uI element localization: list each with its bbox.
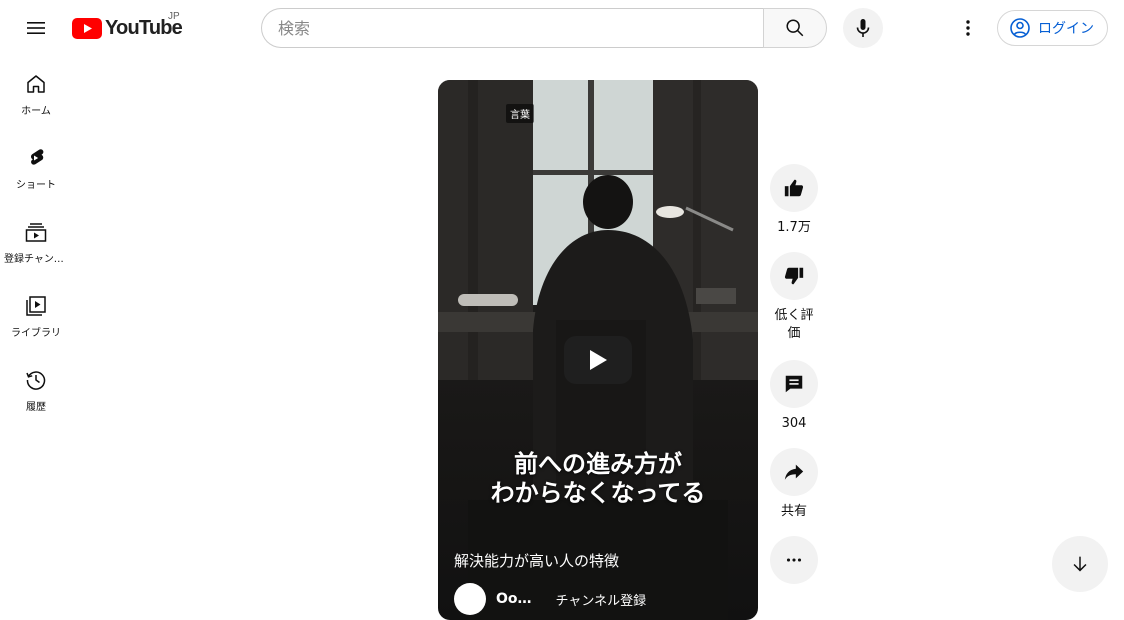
microphone-icon (856, 19, 870, 37)
comment-action: 304 (770, 360, 818, 433)
play-button[interactable] (564, 336, 632, 384)
shorts-icon (31, 149, 44, 165)
comments-button[interactable] (770, 360, 818, 408)
comment-count: 304 (781, 416, 807, 431)
country-code: JP (168, 11, 180, 22)
sidebar-item-label: 履歴 (26, 402, 46, 413)
masthead: YouTube JP ログイン (0, 0, 1124, 56)
home-icon (27, 75, 45, 93)
thumb-up-icon (784, 179, 804, 197)
youtube-play-logo-icon (72, 17, 102, 39)
like-count: 1.7万 (777, 220, 811, 235)
subscribe-button[interactable]: チャンネル登録 (556, 590, 647, 609)
sidebar-item-history[interactable]: 履歴 (4, 352, 68, 426)
more-action (770, 536, 818, 584)
thumb-down-icon (784, 267, 804, 285)
shorts-video-player[interactable]: 言葉 前への進み方が わからなくなってる 解決能力が高い人の特徴 Oo… チャン… (438, 80, 758, 620)
channel-avatar[interactable] (454, 583, 486, 615)
like-action: 1.7万 (770, 164, 818, 237)
subscriptions-icon (25, 223, 47, 242)
caption-line-2: わからなくなってる (490, 479, 706, 507)
sidebar-item-label: 登録チャンネル (4, 254, 68, 265)
more-actions-button[interactable] (770, 536, 818, 584)
settings-menu-button[interactable] (948, 8, 988, 48)
share-action: 共有 (770, 448, 818, 521)
sidebar-item-shorts[interactable]: ショート (4, 130, 68, 204)
sidebar-item-label: ショート (16, 180, 56, 191)
login-label: ログイン (1038, 20, 1094, 36)
dislike-label: 低く評価 (774, 308, 814, 341)
next-video-button[interactable] (1052, 536, 1108, 592)
sidebar-item-subscriptions[interactable]: 登録チャンネル (4, 204, 68, 278)
share-label: 共有 (780, 504, 807, 519)
hamburger-icon (27, 22, 45, 34)
menu-button[interactable] (16, 8, 56, 48)
search-input[interactable] (261, 8, 763, 48)
like-button[interactable] (770, 164, 818, 212)
search-icon (786, 19, 804, 37)
account-circle-icon (1010, 18, 1030, 38)
voice-search-button[interactable] (843, 8, 883, 48)
arrow-down-icon (1073, 556, 1087, 572)
channel-name[interactable]: Oo… (496, 591, 532, 607)
channel-row: Oo… チャンネル登録 (454, 583, 647, 615)
more-horiz-icon (786, 558, 802, 562)
share-arrow-icon (784, 464, 804, 480)
sidebar-item-label: ホーム (21, 106, 51, 117)
share-button[interactable] (770, 448, 818, 496)
caption-line-1: 前への進み方が (514, 450, 682, 478)
login-button[interactable]: ログイン (997, 10, 1108, 46)
dislike-action: 低く評価 (770, 252, 818, 343)
sidebar-item-home[interactable]: ホーム (4, 56, 68, 130)
library-icon (26, 296, 46, 316)
sidebar-item-library[interactable]: ライブラリ (4, 278, 68, 352)
video-caption-overlay: 前への進み方が わからなくなってる (438, 450, 758, 508)
play-icon (590, 350, 607, 370)
search-bar (261, 8, 827, 48)
more-vert-icon (966, 20, 970, 36)
dislike-button[interactable] (770, 252, 818, 300)
video-title[interactable]: 解決能力が高い人の特徴 (454, 550, 619, 571)
search-button[interactable] (763, 8, 827, 48)
youtube-logo[interactable]: YouTube JP (72, 11, 183, 40)
history-icon (26, 371, 46, 390)
comment-icon (785, 375, 803, 393)
video-tag-label: 言葉 (506, 104, 534, 123)
sidebar-item-label: ライブラリ (11, 328, 61, 339)
